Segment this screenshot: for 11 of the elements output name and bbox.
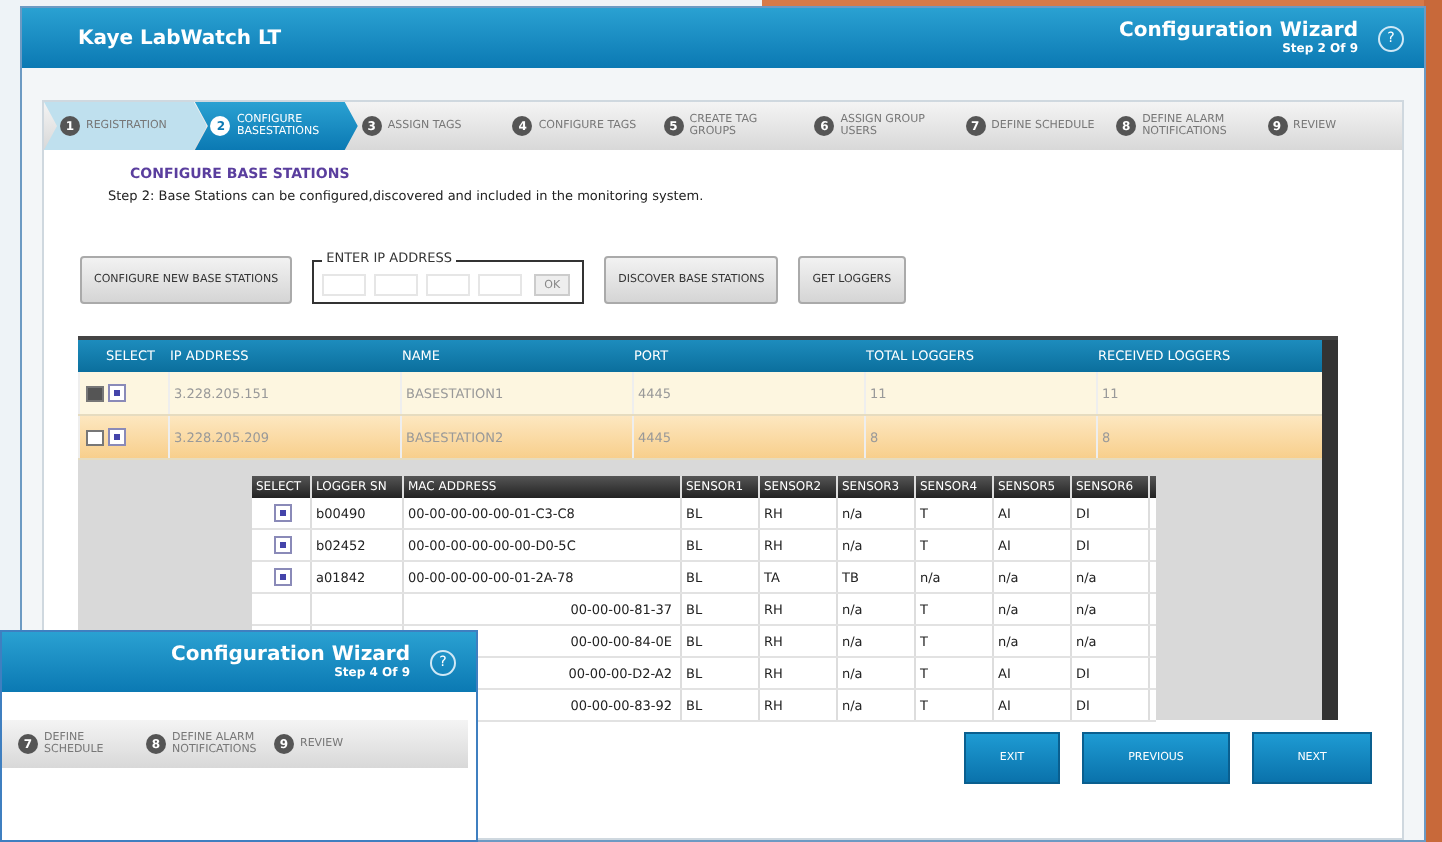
app-title: Kaye LabWatch LT (78, 27, 282, 49)
checkbox[interactable] (274, 536, 292, 554)
checkbox[interactable] (274, 504, 292, 522)
wizard-title: Configuration Wizard (1119, 20, 1358, 42)
expand-icon[interactable] (85, 385, 103, 401)
checkbox[interactable] (108, 384, 126, 402)
checkbox[interactable] (274, 568, 292, 586)
checkbox[interactable] (108, 428, 126, 446)
scrollbar[interactable] (1322, 340, 1338, 720)
wizard-title: Configuration Wizard (171, 644, 410, 666)
expand-icon[interactable] (85, 429, 103, 445)
